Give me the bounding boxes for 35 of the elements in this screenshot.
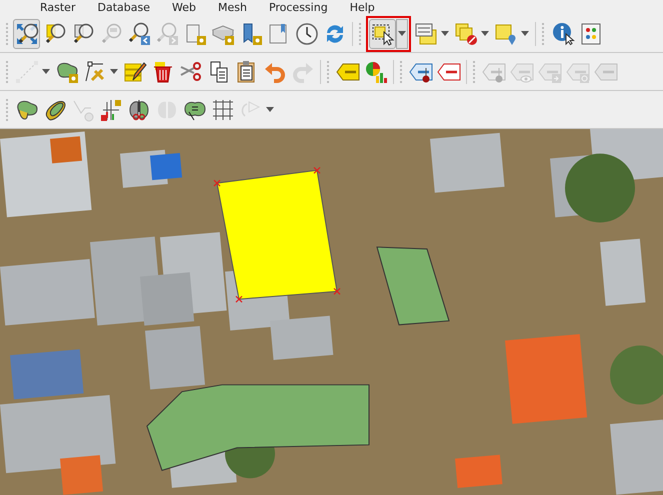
- snap-tools-icon: [98, 98, 122, 122]
- roof: [455, 454, 502, 488]
- menu-item[interactable]: Database: [97, 0, 150, 15]
- zoom-last-icon: [126, 22, 150, 46]
- vertex-tool-icon: [82, 60, 106, 84]
- menu-item[interactable]: Help: [350, 0, 375, 15]
- zoom-next-icon: [154, 22, 178, 46]
- toggle-edit-icon: [122, 60, 146, 84]
- tree: [610, 345, 663, 404]
- tree: [565, 154, 635, 222]
- stats-icon: [578, 22, 602, 46]
- menu-item[interactable]: Processing: [268, 0, 328, 15]
- clock-icon: [294, 22, 318, 46]
- polygon[interactable]: [146, 384, 370, 472]
- diagram-icon: [364, 60, 388, 84]
- split-icon: [126, 98, 150, 122]
- polygon[interactable]: [376, 246, 450, 326]
- zoom-full-icon: [14, 22, 38, 46]
- menu-item[interactable]: Web: [172, 0, 196, 15]
- select-attr-icon: [414, 22, 438, 46]
- cut-icon: [178, 60, 202, 84]
- digitize-line-icon: [14, 60, 38, 84]
- roof: [145, 326, 206, 390]
- roof: [600, 238, 646, 306]
- deselect-icon: [454, 22, 478, 46]
- menu-item[interactable]: Raster: [40, 0, 76, 15]
- select-rect-button[interactable]: [369, 18, 396, 48]
- selected-polygon[interactable]: [213, 166, 341, 303]
- zoom-full-button[interactable]: [13, 18, 40, 48]
- menu-item[interactable]: Mesh: [218, 0, 247, 15]
- select-location-icon: [494, 22, 518, 46]
- merge-attributes-icon: [210, 98, 234, 122]
- select-rect-icon: [370, 22, 394, 46]
- roof: [270, 316, 334, 360]
- identify-icon: [550, 22, 574, 46]
